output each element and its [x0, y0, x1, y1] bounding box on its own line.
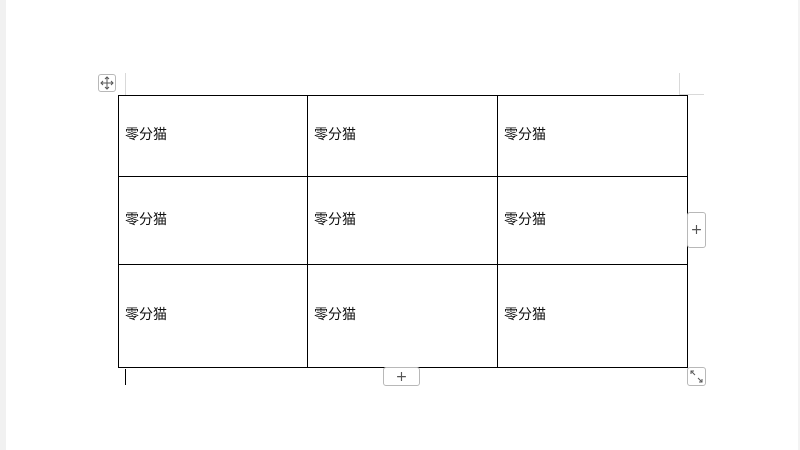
- text-cursor: [125, 369, 126, 385]
- cell-text: 零分猫: [504, 212, 546, 228]
- table-row: 零分猫 零分猫 零分猫: [118, 264, 688, 368]
- table-cell[interactable]: 零分猫: [497, 264, 688, 368]
- add-column-button[interactable]: +: [687, 212, 706, 248]
- table-move-handle[interactable]: [98, 74, 116, 92]
- table-cell[interactable]: 零分猫: [118, 264, 308, 368]
- plus-icon: +: [690, 222, 703, 238]
- cell-text: 零分猫: [125, 127, 167, 143]
- table-resize-handle[interactable]: [687, 367, 706, 386]
- table-cell[interactable]: 零分猫: [497, 95, 688, 177]
- margin-guide-left: [125, 73, 126, 95]
- add-row-button[interactable]: +: [383, 367, 420, 386]
- document-table: 零分猫 零分猫 零分猫 零分猫 零分猫 零分猫 零分猫 零分猫 零分猫: [118, 95, 688, 368]
- move-arrows-icon: [100, 76, 114, 90]
- table-cell[interactable]: 零分猫: [118, 95, 308, 177]
- table-row: 零分猫 零分猫 零分猫: [118, 95, 688, 177]
- table-cell[interactable]: 零分猫: [118, 176, 308, 265]
- table-cell[interactable]: 零分猫: [307, 95, 498, 177]
- cell-text: 零分猫: [314, 212, 356, 228]
- plus-icon: +: [395, 368, 408, 385]
- cell-text: 零分猫: [125, 212, 167, 228]
- document-page: 零分猫 零分猫 零分猫 零分猫 零分猫 零分猫 零分猫 零分猫 零分猫 + +: [0, 0, 800, 450]
- margin-guide-right: [679, 73, 680, 95]
- diagonal-resize-icon: [690, 370, 703, 383]
- window-left-edge: [0, 0, 6, 450]
- cell-text: 零分猫: [314, 127, 356, 143]
- cell-text: 零分猫: [504, 127, 546, 143]
- cell-text: 零分猫: [314, 307, 356, 323]
- table-row: 零分猫 零分猫 零分猫: [118, 176, 688, 265]
- table-cell[interactable]: 零分猫: [497, 176, 688, 265]
- table-cell[interactable]: 零分猫: [307, 264, 498, 368]
- cell-text: 零分猫: [125, 307, 167, 323]
- table-cell[interactable]: 零分猫: [307, 176, 498, 265]
- cell-text: 零分猫: [504, 307, 546, 323]
